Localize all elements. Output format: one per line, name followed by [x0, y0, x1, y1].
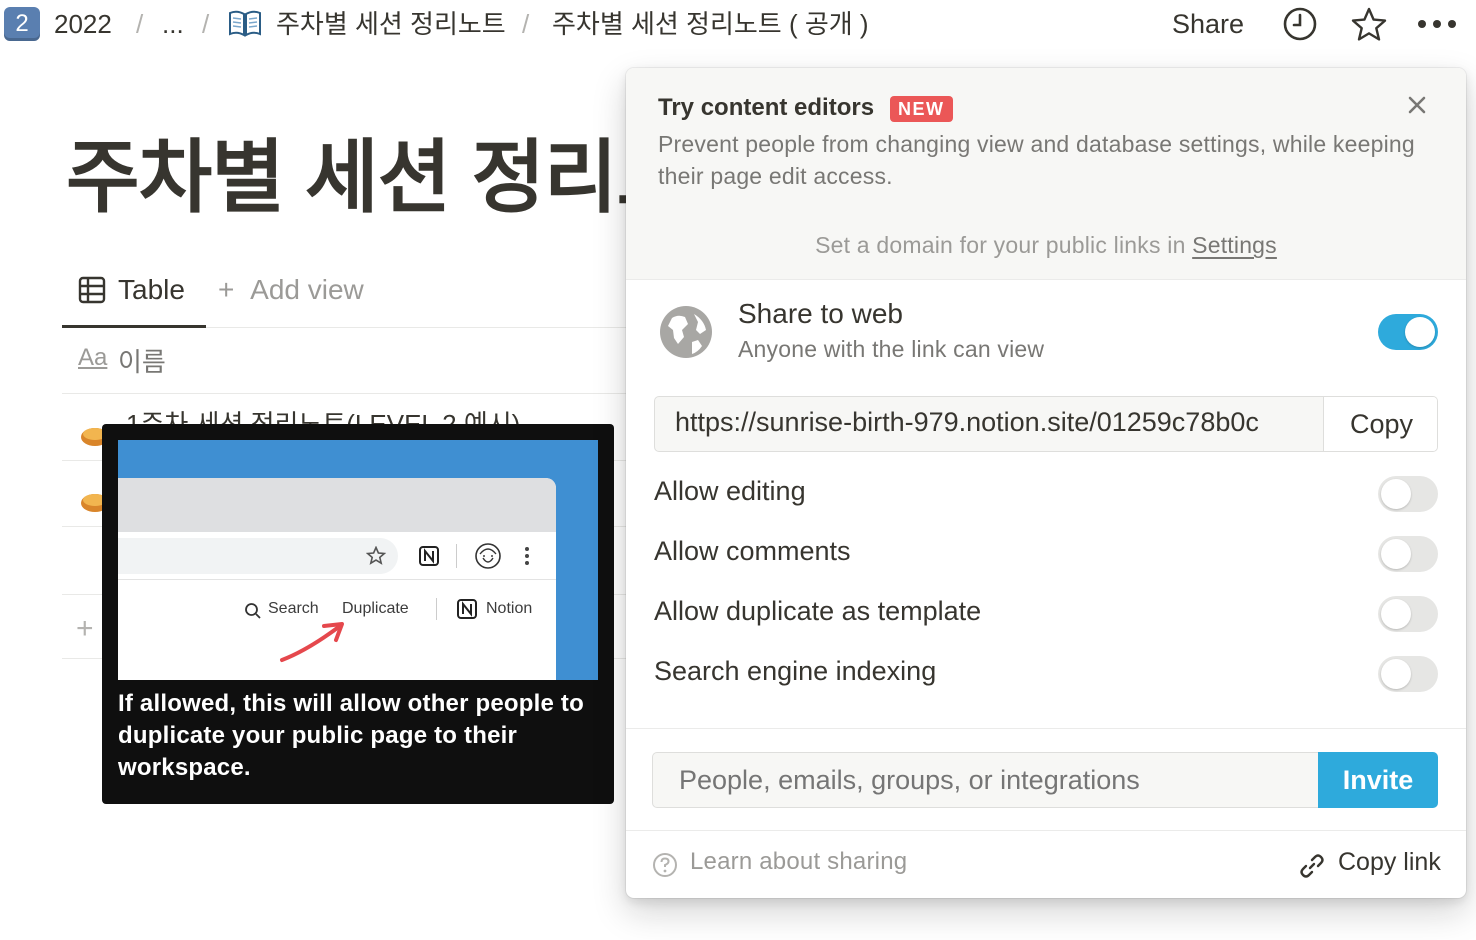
public-url-field[interactable]: https://sunrise-birth-979.notion.site/01… [654, 396, 1438, 452]
new-row-plus-icon[interactable]: + [76, 612, 94, 646]
add-view-button[interactable]: + Add view [218, 274, 364, 306]
copy-button[interactable]: Copy [1323, 397, 1437, 451]
settings-link[interactable]: Settings [1192, 232, 1277, 258]
more-icon[interactable] [1416, 14, 1458, 34]
globe-icon [660, 306, 712, 358]
help-icon[interactable] [652, 852, 678, 878]
breadcrumb-current-page[interactable]: 주차별 세션 정리노트 ( 공개 ) [552, 6, 869, 42]
close-icon[interactable] [1406, 94, 1428, 116]
content-editors-promo: Try content editors NEW Prevent people f… [626, 68, 1466, 280]
divider [626, 830, 1466, 831]
share-to-web-row: Share to web Anyone with the link can vi… [626, 294, 1466, 374]
text-property-icon: Aa [78, 344, 108, 371]
search-indexing-toggle[interactable] [1378, 656, 1438, 692]
add-view-label: Add view [250, 274, 364, 305]
invite-input[interactable] [652, 752, 1320, 808]
clock-icon[interactable] [1282, 6, 1318, 42]
learn-about-sharing-link[interactable]: Learn about sharing [690, 848, 907, 876]
preview-notion-label: Notion [486, 600, 533, 617]
allow-comments-toggle[interactable] [1378, 536, 1438, 572]
preview-browser-window: Search Duplicate Notion [118, 478, 556, 680]
column-header-name[interactable]: Aa 이름 [62, 330, 632, 394]
tab-table-label: Table [118, 274, 185, 305]
preview-avatar-icon [475, 543, 501, 569]
view-tabs: Table + Add view [62, 266, 632, 328]
domain-settings-text: Set a domain for your public links in [815, 232, 1186, 258]
breadcrumb-separator: / [136, 9, 144, 39]
public-url-text[interactable]: https://sunrise-birth-979.notion.site/01… [675, 407, 1323, 438]
preview-star-icon [366, 546, 386, 565]
breadcrumb-workspace[interactable]: 2022 [54, 6, 112, 42]
promo-description: Prevent people from changing view and da… [658, 131, 1415, 189]
allow-comments-label: Allow comments [654, 536, 851, 566]
share-button[interactable]: Share [1172, 6, 1244, 42]
table-icon [78, 276, 106, 304]
tooltip-preview-image: Search Duplicate Notion [118, 440, 598, 680]
share-popover: Try content editors NEW Prevent people f… [626, 68, 1466, 898]
allow-duplicate-toggle[interactable] [1378, 596, 1438, 632]
preview-tab-bar [118, 478, 556, 532]
plus-icon: + [218, 274, 235, 305]
allow-duplicate-label: Allow duplicate as template [654, 596, 982, 626]
star-icon[interactable] [1350, 6, 1388, 44]
share-to-web-title: Share to web [738, 298, 903, 329]
promo-title: Try content editors [658, 94, 875, 121]
column-header-label: 이름 [118, 347, 166, 377]
topbar: 2 2022 / ... / 주차별 세션 정리노트 / 주차별 세션 정리노트… [0, 0, 1476, 50]
preview-duplicate-label: Duplicate [342, 600, 409, 617]
page-title[interactable]: 주차별 세션 정리노 [66, 128, 690, 228]
arrow-icon [280, 622, 344, 662]
invite-button[interactable]: Invite [1318, 752, 1438, 808]
copy-link-button[interactable]: Copy link [1338, 848, 1441, 877]
allow-editing-toggle[interactable] [1378, 476, 1438, 512]
search-indexing-label: Search engine indexing [654, 656, 937, 686]
preview-url-bar [118, 532, 556, 580]
share-to-web-subtitle: Anyone with the link can view [738, 336, 1045, 362]
preview-kebab-icon [525, 547, 529, 565]
allow-editing-label: Allow editing [654, 476, 806, 506]
domain-settings-line: Set a domain for your public links in Se… [626, 232, 1466, 259]
duplicate-tooltip: Search Duplicate Notion If allowed, this… [102, 424, 614, 804]
preview-notion-icon [457, 599, 477, 619]
workspace-number-icon: 2 [4, 7, 40, 41]
preview-search-label: Search [268, 600, 319, 617]
preview-notion-icon [419, 546, 439, 566]
breadcrumb-ellipsis[interactable]: ... [162, 6, 184, 42]
tooltip-description: If allowed, this will allow other people… [118, 690, 584, 781]
breadcrumb-separator: / [522, 9, 530, 39]
new-badge: NEW [890, 96, 953, 122]
breadcrumb-parent-page[interactable]: 주차별 세션 정리노트 [276, 6, 506, 42]
preview-search-icon [245, 603, 261, 619]
breadcrumb-separator: / [202, 9, 210, 39]
divider [626, 728, 1466, 729]
share-to-web-toggle[interactable] [1378, 314, 1438, 350]
link-icon [1300, 854, 1324, 878]
tab-table[interactable]: Table [62, 266, 206, 328]
book-icon [229, 10, 261, 37]
